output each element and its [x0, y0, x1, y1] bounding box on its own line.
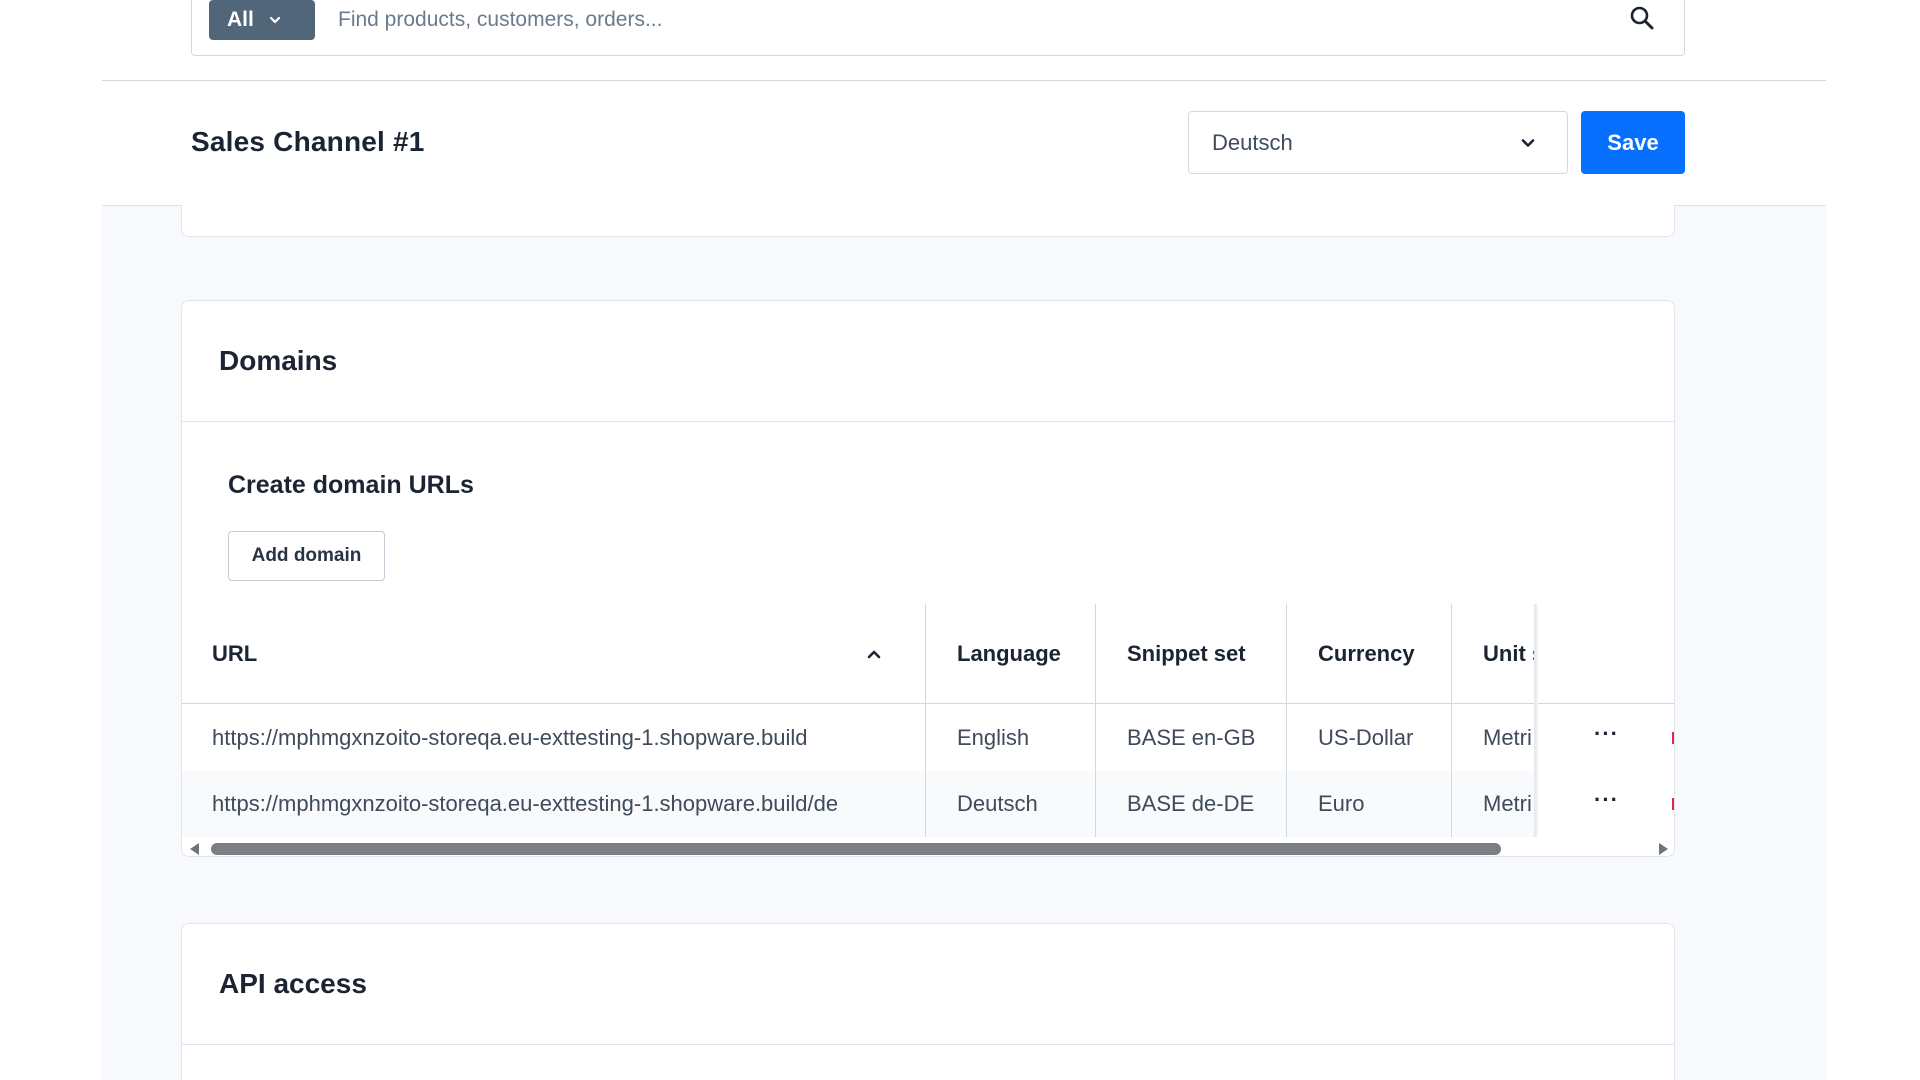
save-button[interactable]: Save	[1581, 111, 1685, 174]
cell-language: English	[957, 725, 1030, 750]
api-access-card: API access	[181, 923, 1675, 1080]
sticky-column-shadow	[1534, 604, 1538, 837]
search-icon[interactable]	[1624, 0, 1660, 36]
search-input[interactable]	[338, 0, 1538, 40]
chevron-down-icon	[269, 16, 280, 24]
cell-url: https://mphmgxnzoito-storeqa.eu-exttesti…	[212, 791, 839, 816]
add-domain-button[interactable]: Add domain	[228, 531, 385, 581]
row-actions-icon[interactable]: ···	[1594, 787, 1619, 813]
page-title: Sales Channel #1	[191, 126, 425, 157]
domains-card-title: Domains	[182, 301, 1674, 422]
cell-language: Deutsch	[957, 791, 1038, 816]
chevron-down-icon	[1521, 139, 1535, 147]
row-edge-marker	[1672, 732, 1674, 744]
column-separator	[1095, 604, 1096, 837]
row-actions-icon[interactable]: ···	[1594, 721, 1619, 747]
column-header-snippet-set[interactable]: Snippet set	[1127, 604, 1277, 704]
cell-unit-system: Metri	[1483, 791, 1532, 816]
column-separator	[1286, 604, 1287, 837]
cell-snippet-set: BASE de-DE	[1127, 791, 1255, 816]
create-domain-urls-title: Create domain URLs	[228, 471, 474, 499]
domains-card: Domains Create domain URLs Add domain UR…	[181, 300, 1675, 857]
cell-currency: Euro	[1318, 791, 1365, 816]
column-header-unit-system[interactable]: Unit s	[1483, 604, 1534, 704]
column-header-currency[interactable]: Currency	[1318, 604, 1443, 704]
column-header-url[interactable]: URL	[212, 604, 852, 704]
cell-unit-system: Metri	[1483, 725, 1532, 750]
sort-ascending-icon[interactable]	[866, 647, 882, 661]
search-type-dropdown[interactable]: All	[209, 0, 315, 40]
search-type-label: All	[227, 8, 254, 31]
scroll-right-arrow-icon[interactable]	[1659, 843, 1668, 855]
language-selected-value: Deutsch	[1212, 129, 1293, 155]
horizontal-scrollbar[interactable]	[182, 837, 1674, 856]
cell-snippet-set: BASE en-GB	[1127, 725, 1256, 750]
column-separator	[925, 604, 926, 837]
language-switch-select[interactable]: Deutsch	[1188, 111, 1568, 174]
previous-card-bottom	[181, 205, 1675, 237]
column-header-language[interactable]: Language	[957, 604, 1087, 704]
header-divider	[102, 80, 1826, 81]
scroll-left-arrow-icon[interactable]	[190, 843, 199, 855]
cell-currency: US-Dollar	[1318, 725, 1414, 750]
cell-url: https://mphmgxnzoito-storeqa.eu-exttesti…	[212, 725, 808, 750]
column-separator	[1451, 604, 1452, 837]
global-search-bar: All	[191, 0, 1685, 56]
domains-data-grid: URL Language Snippet set Currency Unit s…	[182, 604, 1674, 856]
scrollbar-thumb[interactable]	[211, 843, 1501, 855]
api-access-card-title: API access	[182, 924, 1674, 1045]
row-edge-marker	[1672, 798, 1674, 810]
